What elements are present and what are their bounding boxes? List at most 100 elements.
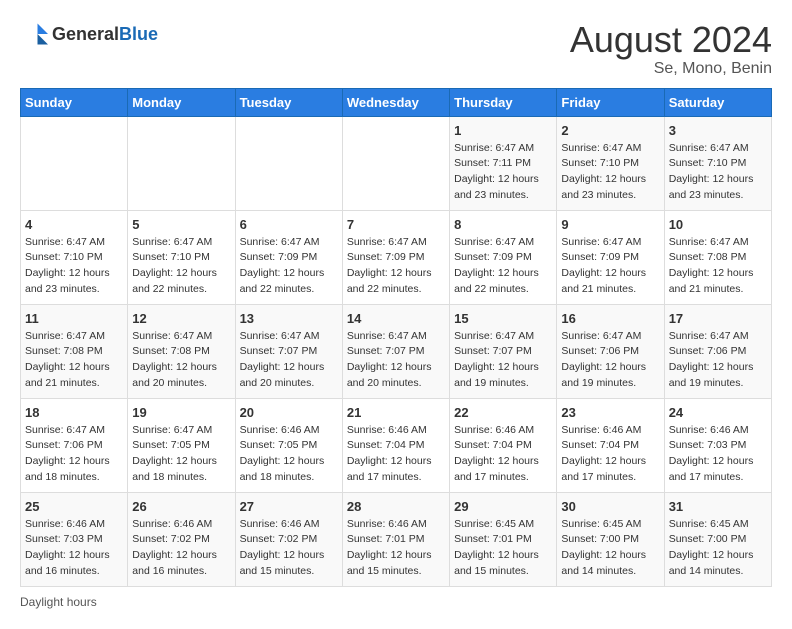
day-cell: 19Sunrise: 6:47 AM Sunset: 7:05 PM Dayli… xyxy=(128,398,235,492)
day-cell: 15 Sunrise: 6:47 AM Sunset: 7:07 PM Dayli… xyxy=(450,304,557,398)
day-number: 26 xyxy=(132,499,230,514)
day-cell: 27 Sunrise: 6:46 AM Sunset: 7:02 PM Dayli… xyxy=(235,492,342,586)
header-cell-friday: Friday xyxy=(557,88,664,116)
day-info: Sunrise: 6:47 AM Sunset: 7:06 PM Dayligh… xyxy=(669,329,767,392)
day-number: 7 xyxy=(347,217,445,232)
day-cell: 30 Sunrise: 6:45 AM Sunset: 7:00 PM Dayli… xyxy=(557,492,664,586)
day-info: Sunrise: 6:46 AM Sunset: 7:03 PM Dayligh… xyxy=(669,423,767,486)
day-cell: 23Sunrise: 6:46 AM Sunset: 7:04 PM Dayli… xyxy=(557,398,664,492)
week-row-2: 4 Sunrise: 6:47 AM Sunset: 7:10 PM Daylig… xyxy=(21,210,772,304)
day-info: Sunrise: 6:46 AM Sunset: 7:01 PM Dayligh… xyxy=(347,517,445,580)
day-cell: 31 Sunrise: 6:45 AM Sunset: 7:00 PM Dayli… xyxy=(664,492,771,586)
day-number: 2 xyxy=(561,123,659,138)
day-number: 24 xyxy=(669,405,767,420)
day-cell xyxy=(128,116,235,210)
day-info: Sunrise: 6:47 AM Sunset: 7:10 PM Dayligh… xyxy=(669,141,767,204)
day-cell: 29Sunrise: 6:45 AM Sunset: 7:01 PM Dayli… xyxy=(450,492,557,586)
header-cell-thursday: Thursday xyxy=(450,88,557,116)
day-cell: 12 Sunrise: 6:47 AM Sunset: 7:08 PM Dayli… xyxy=(128,304,235,398)
day-number: 23 xyxy=(561,405,659,420)
day-cell: 20 Sunrise: 6:46 AM Sunset: 7:05 PM Dayli… xyxy=(235,398,342,492)
day-number: 28 xyxy=(347,499,445,514)
daylight-legend: Daylight hours xyxy=(20,595,97,609)
day-number: 15 xyxy=(454,311,552,326)
day-number: 17 xyxy=(669,311,767,326)
calendar-footer: Daylight hours xyxy=(20,595,772,609)
day-number: 30 xyxy=(561,499,659,514)
day-info: Sunrise: 6:47 AM Sunset: 7:07 PM Dayligh… xyxy=(454,329,552,392)
day-number: 5 xyxy=(132,217,230,232)
day-cell: 28 Sunrise: 6:46 AM Sunset: 7:01 PM Dayli… xyxy=(342,492,449,586)
header-cell-saturday: Saturday xyxy=(664,88,771,116)
day-number: 31 xyxy=(669,499,767,514)
day-cell: 5 Sunrise: 6:47 AM Sunset: 7:10 PM Daylig… xyxy=(128,210,235,304)
day-cell: 7Sunrise: 6:47 AM Sunset: 7:09 PM Daylig… xyxy=(342,210,449,304)
day-info: Sunrise: 6:45 AM Sunset: 7:00 PM Dayligh… xyxy=(669,517,767,580)
day-cell xyxy=(342,116,449,210)
day-info: Sunrise: 6:47 AM Sunset: 7:07 PM Dayligh… xyxy=(347,329,445,392)
day-cell: 8 Sunrise: 6:47 AM Sunset: 7:09 PM Daylig… xyxy=(450,210,557,304)
day-info: Sunrise: 6:47 AM Sunset: 7:09 PM Dayligh… xyxy=(561,235,659,298)
day-info: Sunrise: 6:45 AM Sunset: 7:00 PM Dayligh… xyxy=(561,517,659,580)
day-info: Sunrise: 6:47 AM Sunset: 7:08 PM Dayligh… xyxy=(25,329,123,392)
day-info: Sunrise: 6:46 AM Sunset: 7:02 PM Dayligh… xyxy=(240,517,338,580)
day-cell: 10Sunrise: 6:47 AM Sunset: 7:08 PM Dayli… xyxy=(664,210,771,304)
day-info: Sunrise: 6:46 AM Sunset: 7:03 PM Dayligh… xyxy=(25,517,123,580)
day-number: 12 xyxy=(132,311,230,326)
day-number: 22 xyxy=(454,405,552,420)
day-info: Sunrise: 6:47 AM Sunset: 7:11 PM Dayligh… xyxy=(454,141,552,204)
week-row-1: 1Sunrise: 6:47 AM Sunset: 7:11 PM Daylig… xyxy=(21,116,772,210)
day-info: Sunrise: 6:47 AM Sunset: 7:05 PM Dayligh… xyxy=(132,423,230,486)
title-block: August 2024 Se, Mono, Benin xyxy=(570,20,772,78)
day-cell: 2 Sunrise: 6:47 AM Sunset: 7:10 PM Daylig… xyxy=(557,116,664,210)
day-cell: 22Sunrise: 6:46 AM Sunset: 7:04 PM Dayli… xyxy=(450,398,557,492)
day-cell: 13Sunrise: 6:47 AM Sunset: 7:07 PM Dayli… xyxy=(235,304,342,398)
day-cell: 14 Sunrise: 6:47 AM Sunset: 7:07 PM Dayli… xyxy=(342,304,449,398)
day-number: 8 xyxy=(454,217,552,232)
header-row: SundayMondayTuesdayWednesdayThursdayFrid… xyxy=(21,88,772,116)
logo-icon xyxy=(20,20,48,48)
month-year-title: August 2024 xyxy=(570,20,772,60)
day-cell: 25 Sunrise: 6:46 AM Sunset: 7:03 PM Dayli… xyxy=(21,492,128,586)
daylight-label: Daylight hours xyxy=(20,595,97,609)
day-info: Sunrise: 6:47 AM Sunset: 7:07 PM Dayligh… xyxy=(240,329,338,392)
day-info: Sunrise: 6:46 AM Sunset: 7:05 PM Dayligh… xyxy=(240,423,338,486)
day-info: Sunrise: 6:47 AM Sunset: 7:09 PM Dayligh… xyxy=(454,235,552,298)
logo: GeneralBlue xyxy=(20,20,158,48)
day-info: Sunrise: 6:47 AM Sunset: 7:08 PM Dayligh… xyxy=(132,329,230,392)
day-info: Sunrise: 6:45 AM Sunset: 7:01 PM Dayligh… xyxy=(454,517,552,580)
header-cell-tuesday: Tuesday xyxy=(235,88,342,116)
logo-text: GeneralBlue xyxy=(52,24,158,45)
logo-general: General xyxy=(52,24,119,44)
day-number: 11 xyxy=(25,311,123,326)
week-row-3: 11 Sunrise: 6:47 AM Sunset: 7:08 PM Dayli… xyxy=(21,304,772,398)
calendar-body: 1Sunrise: 6:47 AM Sunset: 7:11 PM Daylig… xyxy=(21,116,772,586)
day-number: 6 xyxy=(240,217,338,232)
day-cell xyxy=(21,116,128,210)
day-number: 14 xyxy=(347,311,445,326)
day-info: Sunrise: 6:47 AM Sunset: 7:09 PM Dayligh… xyxy=(240,235,338,298)
day-info: Sunrise: 6:47 AM Sunset: 7:06 PM Dayligh… xyxy=(561,329,659,392)
day-cell: 3 Sunrise: 6:47 AM Sunset: 7:10 PM Daylig… xyxy=(664,116,771,210)
day-number: 9 xyxy=(561,217,659,232)
day-cell: 21Sunrise: 6:46 AM Sunset: 7:04 PM Dayli… xyxy=(342,398,449,492)
logo-blue: Blue xyxy=(119,24,158,44)
day-cell: 11 Sunrise: 6:47 AM Sunset: 7:08 PM Dayli… xyxy=(21,304,128,398)
day-info: Sunrise: 6:47 AM Sunset: 7:10 PM Dayligh… xyxy=(132,235,230,298)
page-header: GeneralBlue August 2024 Se, Mono, Benin xyxy=(20,20,772,78)
calendar-table: SundayMondayTuesdayWednesdayThursdayFrid… xyxy=(20,88,772,587)
day-number: 27 xyxy=(240,499,338,514)
day-number: 25 xyxy=(25,499,123,514)
day-cell: 26 Sunrise: 6:46 AM Sunset: 7:02 PM Dayli… xyxy=(128,492,235,586)
day-number: 20 xyxy=(240,405,338,420)
day-number: 16 xyxy=(561,311,659,326)
day-info: Sunrise: 6:47 AM Sunset: 7:08 PM Dayligh… xyxy=(669,235,767,298)
day-info: Sunrise: 6:46 AM Sunset: 7:02 PM Dayligh… xyxy=(132,517,230,580)
day-number: 4 xyxy=(25,217,123,232)
calendar-header: SundayMondayTuesdayWednesdayThursdayFrid… xyxy=(21,88,772,116)
day-cell: 9 Sunrise: 6:47 AM Sunset: 7:09 PM Daylig… xyxy=(557,210,664,304)
location-title: Se, Mono, Benin xyxy=(570,60,772,78)
day-info: Sunrise: 6:47 AM Sunset: 7:10 PM Dayligh… xyxy=(25,235,123,298)
day-info: Sunrise: 6:47 AM Sunset: 7:10 PM Dayligh… xyxy=(561,141,659,204)
day-number: 3 xyxy=(669,123,767,138)
